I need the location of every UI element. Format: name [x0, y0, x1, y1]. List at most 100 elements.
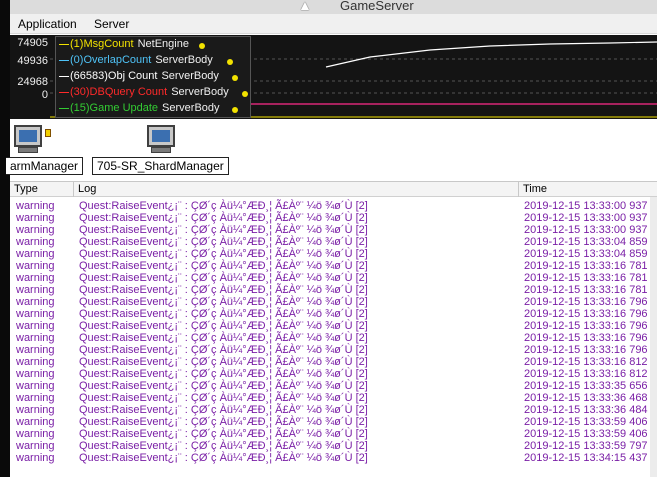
log-time-cell: 2019-12-15 13:33:59 406 — [524, 416, 648, 428]
log-time-cell: 2019-12-15 13:33:16 796 — [524, 332, 648, 344]
table-row[interactable]: warning Quest:RaiseEvent¿¡¨ : ÇØ´ç Àü¼°ÆÐ… — [10, 356, 657, 368]
server-computer-icon[interactable] — [145, 125, 177, 155]
log-type-cell: warning — [16, 332, 55, 344]
server-computer-icon[interactable] — [12, 125, 51, 155]
log-time-cell: 2019-12-15 13:33:00 937 — [524, 224, 648, 236]
series-line-obj-count — [325, 41, 657, 68]
agent-label-arm-manager[interactable]: armManager — [6, 157, 84, 175]
legend-item-overlap-count[interactable]: (0)OverlapCount ServerBody — [59, 54, 249, 70]
legend-status-dot-icon — [199, 43, 205, 49]
mouse-cursor-icon: ▲ — [298, 0, 312, 13]
log-message-cell: Quest:RaiseEvent¿¡¨ : ÇØ´ç Àü¼°ÆÐ¸¦ Ã£Àº… — [79, 320, 368, 332]
legend-item-msg-count[interactable]: (1)MsgCount NetEngine — [59, 38, 249, 54]
log-time-cell: 2019-12-15 13:33:35 656 — [524, 380, 648, 392]
table-row[interactable]: warning Quest:RaiseEvent¿¡¨ : ÇØ´ç Àü¼°ÆÐ… — [10, 404, 657, 416]
table-row[interactable]: warning Quest:RaiseEvent¿¡¨ : ÇØ´ç Àü¼°ÆÐ… — [10, 248, 657, 260]
legend-item-obj-count[interactable]: (66583)Obj Count ServerBody — [59, 70, 249, 86]
log-message-cell: Quest:RaiseEvent¿¡¨ : ÇØ´ç Àü¼°ÆÐ¸¦ Ã£Àº… — [79, 224, 368, 236]
table-row[interactable]: warning Quest:RaiseEvent¿¡¨ : ÇØ´ç Àü¼°ÆÐ… — [10, 368, 657, 380]
log-type-cell: warning — [16, 236, 55, 248]
log-time-cell: 2019-12-15 13:33:36 484 — [524, 404, 648, 416]
log-type-cell: warning — [16, 224, 55, 236]
y-axis-label: 0 — [41, 89, 48, 101]
column-header-type[interactable]: Type — [10, 182, 74, 197]
menu-server[interactable]: Server — [94, 17, 129, 31]
legend-source: NetEngine — [137, 38, 189, 50]
legend-source: ServerBody — [155, 54, 213, 66]
log-message-cell: Quest:RaiseEvent¿¡¨ : ÇØ´ç Àü¼°ÆÐ¸¦ Ã£Àº… — [79, 236, 368, 248]
table-row[interactable]: warning Quest:RaiseEvent¿¡¨ : ÇØ´ç Àü¼°ÆÐ… — [10, 380, 657, 392]
table-row[interactable]: warning Quest:RaiseEvent¿¡¨ : ÇØ´ç Àü¼°ÆÐ… — [10, 224, 657, 236]
table-row[interactable]: warning Quest:RaiseEvent¿¡¨ : ÇØ´ç Àü¼°ÆÐ… — [10, 344, 657, 356]
log-time-cell: 2019-12-15 13:33:16 812 — [524, 356, 648, 368]
log-time-cell: 2019-12-15 13:34:15 437 — [524, 452, 648, 464]
log-type-cell: warning — [16, 308, 55, 320]
log-message-cell: Quest:RaiseEvent¿¡¨ : ÇØ´ç Àü¼°ÆÐ¸¦ Ã£Àº… — [79, 296, 368, 308]
y-axis-label: 49936 — [17, 55, 48, 67]
log-time-cell: 2019-12-15 13:33:16 796 — [524, 296, 648, 308]
legend-item-dbquery-count[interactable]: (30)DBQuery Count ServerBody — [59, 86, 249, 102]
table-row[interactable]: warning Quest:RaiseEvent¿¡¨ : ÇØ´ç Àü¼°ÆÐ… — [10, 332, 657, 344]
table-row[interactable]: warning Quest:RaiseEvent¿¡¨ : ÇØ´ç Àü¼°ÆÐ… — [10, 260, 657, 272]
log-message-cell: Quest:RaiseEvent¿¡¨ : ÇØ´ç Àü¼°ÆÐ¸¦ Ã£Àº… — [79, 284, 368, 296]
server-agent-panel: armManager 705-SR_ShardManager — [6, 120, 657, 182]
log-type-cell: warning — [16, 200, 55, 212]
performance-graph: 74905 49936 24968 0 (1)MsgCount NetEngine… — [10, 35, 657, 119]
table-row[interactable]: warning Quest:RaiseEvent¿¡¨ : ÇØ´ç Àü¼°ÆÐ… — [10, 452, 657, 464]
log-list[interactable]: Type Log Time warning Quest:RaiseEvent¿¡¨… — [10, 182, 657, 477]
log-header: Type Log Time — [10, 182, 657, 197]
table-row[interactable]: warning Quest:RaiseEvent¿¡¨ : ÇØ´ç Àü¼°ÆÐ… — [10, 284, 657, 296]
log-type-cell: warning — [16, 380, 55, 392]
title-bar[interactable]: ▲ GameServer — [10, 0, 657, 14]
legend-label: (66583)Obj Count — [70, 70, 158, 82]
table-row[interactable]: warning Quest:RaiseEvent¿¡¨ : ÇØ´ç Àü¼°ÆÐ… — [10, 392, 657, 404]
table-row[interactable]: warning Quest:RaiseEvent¿¡¨ : ÇØ´ç Àü¼°ÆÐ… — [10, 236, 657, 248]
window-title: GameServer — [340, 0, 414, 13]
y-axis-label: 24968 — [17, 76, 48, 88]
log-time-cell: 2019-12-15 13:33:16 796 — [524, 320, 648, 332]
legend-label: (15)Game Update — [70, 102, 159, 114]
y-axis-label: 74905 — [17, 37, 48, 49]
legend-status-dot-icon — [242, 91, 248, 97]
column-header-log[interactable]: Log — [74, 182, 519, 197]
log-message-cell: Quest:RaiseEvent¿¡¨ : ÇØ´ç Àü¼°ÆÐ¸¦ Ã£Àº… — [79, 452, 368, 464]
table-row[interactable]: warning Quest:RaiseEvent¿¡¨ : ÇØ´ç Àü¼°ÆÐ… — [10, 428, 657, 440]
table-row[interactable]: warning Quest:RaiseEvent¿¡¨ : ÇØ´ç Àü¼°ÆÐ… — [10, 320, 657, 332]
log-message-cell: Quest:RaiseEvent¿¡¨ : ÇØ´ç Àü¼°ÆÐ¸¦ Ã£Àº… — [79, 404, 368, 416]
log-message-cell: Quest:RaiseEvent¿¡¨ : ÇØ´ç Àü¼°ÆÐ¸¦ Ã£Àº… — [79, 356, 368, 368]
status-badge-icon — [45, 129, 51, 137]
table-row[interactable]: warning Quest:RaiseEvent¿¡¨ : ÇØ´ç Àü¼°ÆÐ… — [10, 440, 657, 452]
log-type-cell: warning — [16, 440, 55, 452]
log-time-cell: 2019-12-15 13:33:16 796 — [524, 344, 648, 356]
log-message-cell: Quest:RaiseEvent¿¡¨ : ÇØ´ç Àü¼°ÆÐ¸¦ Ã£Àº… — [79, 428, 368, 440]
agent-label-shard-manager[interactable]: 705-SR_ShardManager — [92, 157, 229, 175]
log-time-cell: 2019-12-15 13:33:00 937 — [524, 200, 648, 212]
legend-label: (0)OverlapCount — [70, 54, 152, 66]
table-row[interactable]: warning Quest:RaiseEvent¿¡¨ : ÇØ´ç Àü¼°ÆÐ… — [10, 272, 657, 284]
table-row[interactable]: warning Quest:RaiseEvent¿¡¨ : ÇØ´ç Àü¼°ÆÐ… — [10, 416, 657, 428]
legend-source: ServerBody — [162, 102, 220, 114]
log-type-cell: warning — [16, 284, 55, 296]
table-row[interactable]: warning Quest:RaiseEvent¿¡¨ : ÇØ´ç Àü¼°ÆÐ… — [10, 200, 657, 212]
legend-status-dot-icon — [232, 75, 238, 81]
log-time-cell: 2019-12-15 13:33:00 937 — [524, 212, 648, 224]
table-row[interactable]: warning Quest:RaiseEvent¿¡¨ : ÇØ´ç Àü¼°ÆÐ… — [10, 296, 657, 308]
column-header-time[interactable]: Time — [519, 182, 657, 197]
menu-application[interactable]: Application — [18, 17, 77, 31]
table-row[interactable]: warning Quest:RaiseEvent¿¡¨ : ÇØ´ç Àü¼°ÆÐ… — [10, 308, 657, 320]
legend-swatch — [59, 107, 69, 109]
log-message-cell: Quest:RaiseEvent¿¡¨ : ÇØ´ç Àü¼°ÆÐ¸¦ Ã£Àº… — [79, 272, 368, 284]
legend-item-game-update[interactable]: (15)Game Update ServerBody — [59, 102, 249, 118]
log-type-cell: warning — [16, 344, 55, 356]
legend-swatch — [59, 43, 69, 45]
log-message-cell: Quest:RaiseEvent¿¡¨ : ÇØ´ç Àü¼°ÆÐ¸¦ Ã£Àº… — [79, 368, 368, 380]
game-server-window: ▲ GameServer Application Server 74905 49… — [6, 0, 657, 477]
log-message-cell: Quest:RaiseEvent¿¡¨ : ÇØ´ç Àü¼°ÆÐ¸¦ Ã£Àº… — [79, 260, 368, 272]
vertical-scrollbar[interactable] — [650, 197, 657, 477]
log-time-cell: 2019-12-15 13:33:59 797 — [524, 440, 648, 452]
log-time-cell: 2019-12-15 13:33:16 781 — [524, 260, 648, 272]
log-message-cell: Quest:RaiseEvent¿¡¨ : ÇØ´ç Àü¼°ÆÐ¸¦ Ã£Àº… — [79, 380, 368, 392]
table-row[interactable]: warning Quest:RaiseEvent¿¡¨ : ÇØ´ç Àü¼°ÆÐ… — [10, 212, 657, 224]
log-type-cell: warning — [16, 356, 55, 368]
legend-label: (30)DBQuery Count — [70, 86, 168, 98]
